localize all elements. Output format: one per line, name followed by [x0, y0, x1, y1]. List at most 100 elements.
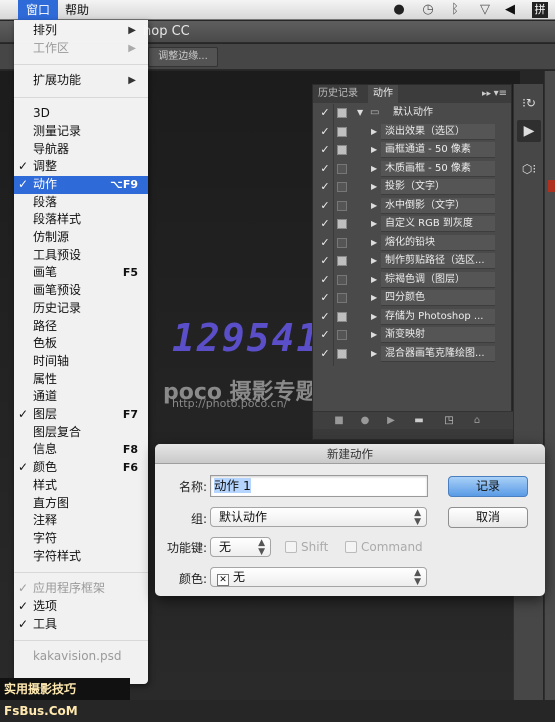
toggle-check-icon[interactable]: ✓ — [318, 178, 332, 196]
dialog-toggle-icon[interactable] — [337, 256, 347, 266]
action-row[interactable]: ✓ ▶ 渐变映射 — [313, 326, 513, 345]
menu-item[interactable]: 历史记录 — [14, 300, 148, 318]
toggle-check-icon[interactable]: ✓ — [318, 326, 332, 344]
tab-actions[interactable]: 动作 — [368, 85, 398, 103]
menu-item[interactable]: 属性 — [14, 371, 148, 389]
command-checkbox[interactable]: Command — [345, 540, 423, 554]
menu-item[interactable]: 段落样式 — [14, 211, 148, 229]
menu-item[interactable]: 直方图 — [14, 495, 148, 513]
menu-item[interactable]: 排列 ▶ — [14, 22, 148, 40]
toggle-check-icon[interactable]: ✓ — [318, 252, 332, 270]
stop-icon[interactable]: ■ — [333, 415, 345, 427]
dialog-toggle-icon[interactable] — [337, 348, 347, 359]
group-select[interactable]: 默认动作 ▲ ▼ — [210, 507, 427, 527]
menu-item[interactable]: 工具预设 — [14, 247, 148, 265]
action-row[interactable]: ✓ ▶ 棕褐色调（图层） — [313, 271, 513, 290]
collapse-triangle-icon[interactable]: ▶ — [371, 215, 377, 233]
delete-icon[interactable]: ⌂ — [471, 415, 483, 427]
qq-penguin-icon[interactable]: ● — [390, 2, 408, 18]
play-dock-icon[interactable]: ▶ — [517, 120, 541, 142]
menu-window[interactable]: 窗口 — [18, 0, 59, 20]
cancel-button[interactable]: 取消 — [448, 507, 528, 528]
menu-item[interactable]: 扩展功能 ▶ — [14, 72, 148, 90]
toggle-check-icon[interactable]: ✓ — [318, 215, 332, 233]
action-row[interactable]: ✓ ▶ 淡出效果（选区） — [313, 123, 513, 142]
color-select[interactable]: ✕ 无 ▲ ▼ — [210, 567, 427, 587]
dialog-toggle-icon[interactable] — [337, 108, 347, 118]
toggle-check-icon[interactable]: ✓ — [318, 308, 332, 326]
dialog-toggle-icon[interactable] — [337, 274, 347, 285]
bluetooth-icon[interactable]: ᛒ — [449, 2, 461, 18]
menu-item[interactable]: 3D — [14, 105, 148, 123]
dialog-toggle-icon[interactable] — [337, 145, 347, 155]
dialog-toggle-icon[interactable] — [337, 182, 347, 192]
dialog-toggle-icon[interactable] — [337, 219, 347, 229]
action-row[interactable]: ✓ ▶ 木质画框 - 50 像素 — [313, 160, 513, 179]
shift-checkbox[interactable]: Shift — [285, 540, 328, 554]
collapse-triangle-icon[interactable]: ▶ — [371, 345, 377, 363]
menu-help[interactable]: 帮助 — [57, 0, 97, 20]
action-row[interactable]: ✓ ▶ 混合器画笔克隆绘图... — [313, 345, 513, 364]
time-machine-icon[interactable]: ◷ — [420, 2, 436, 18]
toggle-check-icon[interactable]: ✓ — [318, 345, 332, 363]
menu-item[interactable]: 路径 — [14, 318, 148, 336]
action-row[interactable]: ✓ ▶ 自定义 RGB 到灰度 — [313, 215, 513, 234]
collapse-triangle-icon[interactable]: ▶ — [371, 271, 377, 289]
action-row[interactable]: ✓ ▶ 熔化的铅块 — [313, 234, 513, 253]
action-set-row[interactable]: ✓ ▼ ▭ 默认动作 — [313, 104, 513, 123]
menu-item[interactable]: 样式 — [14, 477, 148, 495]
toggle-check-icon[interactable]: ✓ — [318, 289, 332, 307]
dialog-toggle-icon[interactable] — [337, 330, 347, 340]
menu-item[interactable]: 仿制源 — [14, 229, 148, 247]
menu-item[interactable]: ✓ 调整 — [14, 158, 148, 176]
collapse-triangle-icon[interactable]: ▶ — [371, 289, 377, 307]
action-row[interactable]: ✓ ▶ 存储为 Photoshop ... — [313, 308, 513, 327]
action-row[interactable]: ✓ ▶ 水中倒影（文字） — [313, 197, 513, 216]
play-icon[interactable]: ▶ — [385, 415, 397, 427]
toggle-check-icon[interactable]: ✓ — [318, 141, 332, 159]
collapse-triangle-icon[interactable]: ▶ — [371, 308, 377, 326]
function-key-select[interactable]: 无 ▲ ▼ — [210, 537, 271, 557]
color-swatch[interactable] — [548, 180, 555, 192]
menu-item[interactable]: 注释 — [14, 512, 148, 530]
collapse-triangle-icon[interactable]: ▶ — [371, 160, 377, 178]
menu-item[interactable]: 色板 — [14, 335, 148, 353]
action-row[interactable]: ✓ ▶ 四分颜色 — [313, 289, 513, 308]
menu-item[interactable]: 信息 F8 — [14, 441, 148, 459]
menu-item[interactable]: 画笔 F5 — [14, 264, 148, 282]
toggle-check-icon[interactable]: ✓ — [318, 104, 332, 122]
toggle-check-icon[interactable]: ✓ — [318, 234, 332, 252]
collapse-triangle-icon[interactable]: ▶ — [371, 178, 377, 196]
expand-triangle-icon[interactable]: ▼ — [357, 104, 363, 122]
properties-dock-icon[interactable]: ⬡⁝ — [517, 158, 541, 180]
panel-resize-grip[interactable] — [313, 429, 513, 439]
dialog-toggle-icon[interactable] — [337, 311, 347, 322]
menu-item[interactable]: 通道 — [14, 388, 148, 406]
dialog-toggle-icon[interactable] — [337, 237, 347, 248]
wifi-icon[interactable]: ▽ — [474, 2, 496, 18]
record-button[interactable]: 记录 — [448, 476, 528, 497]
new-set-icon[interactable]: ▬ — [413, 415, 425, 427]
toggle-check-icon[interactable]: ✓ — [318, 160, 332, 178]
menu-item[interactable]: 测量记录 — [14, 123, 148, 141]
collapse-triangle-icon[interactable]: ▶ — [371, 141, 377, 159]
action-row[interactable]: ✓ ▶ 画框通道 - 50 像素 — [313, 141, 513, 160]
menu-item[interactable]: 字符样式 — [14, 548, 148, 566]
refine-edge-button[interactable]: 调整边缘... — [148, 47, 218, 67]
collapse-triangle-icon[interactable]: ▶ — [371, 123, 377, 141]
menu-item[interactable]: ✓ 动作 ⌥F9 — [14, 175, 148, 194]
dialog-toggle-icon[interactable] — [337, 126, 347, 137]
collapse-triangle-icon[interactable]: ▶ — [371, 197, 377, 215]
toggle-check-icon[interactable]: ✓ — [318, 123, 332, 141]
tab-history[interactable]: 历史记录 — [313, 85, 363, 103]
menu-item[interactable]: ✓ 选项 — [14, 598, 148, 616]
menu-item[interactable]: 时间轴 — [14, 353, 148, 371]
volume-icon[interactable]: ◀ — [504, 2, 516, 18]
toggle-check-icon[interactable]: ✓ — [318, 271, 332, 289]
action-row[interactable]: ✓ ▶ 制作剪贴路径（选区... — [313, 252, 513, 271]
action-row[interactable]: ✓ ▶ 投影（文字） — [313, 178, 513, 197]
menu-item[interactable]: ✓ 颜色 F6 — [14, 459, 148, 477]
menu-item[interactable]: 字符 — [14, 530, 148, 548]
panel-menu-icon[interactable]: ▾≡ — [494, 85, 507, 103]
menu-item[interactable]: 图层复合 — [14, 424, 148, 442]
